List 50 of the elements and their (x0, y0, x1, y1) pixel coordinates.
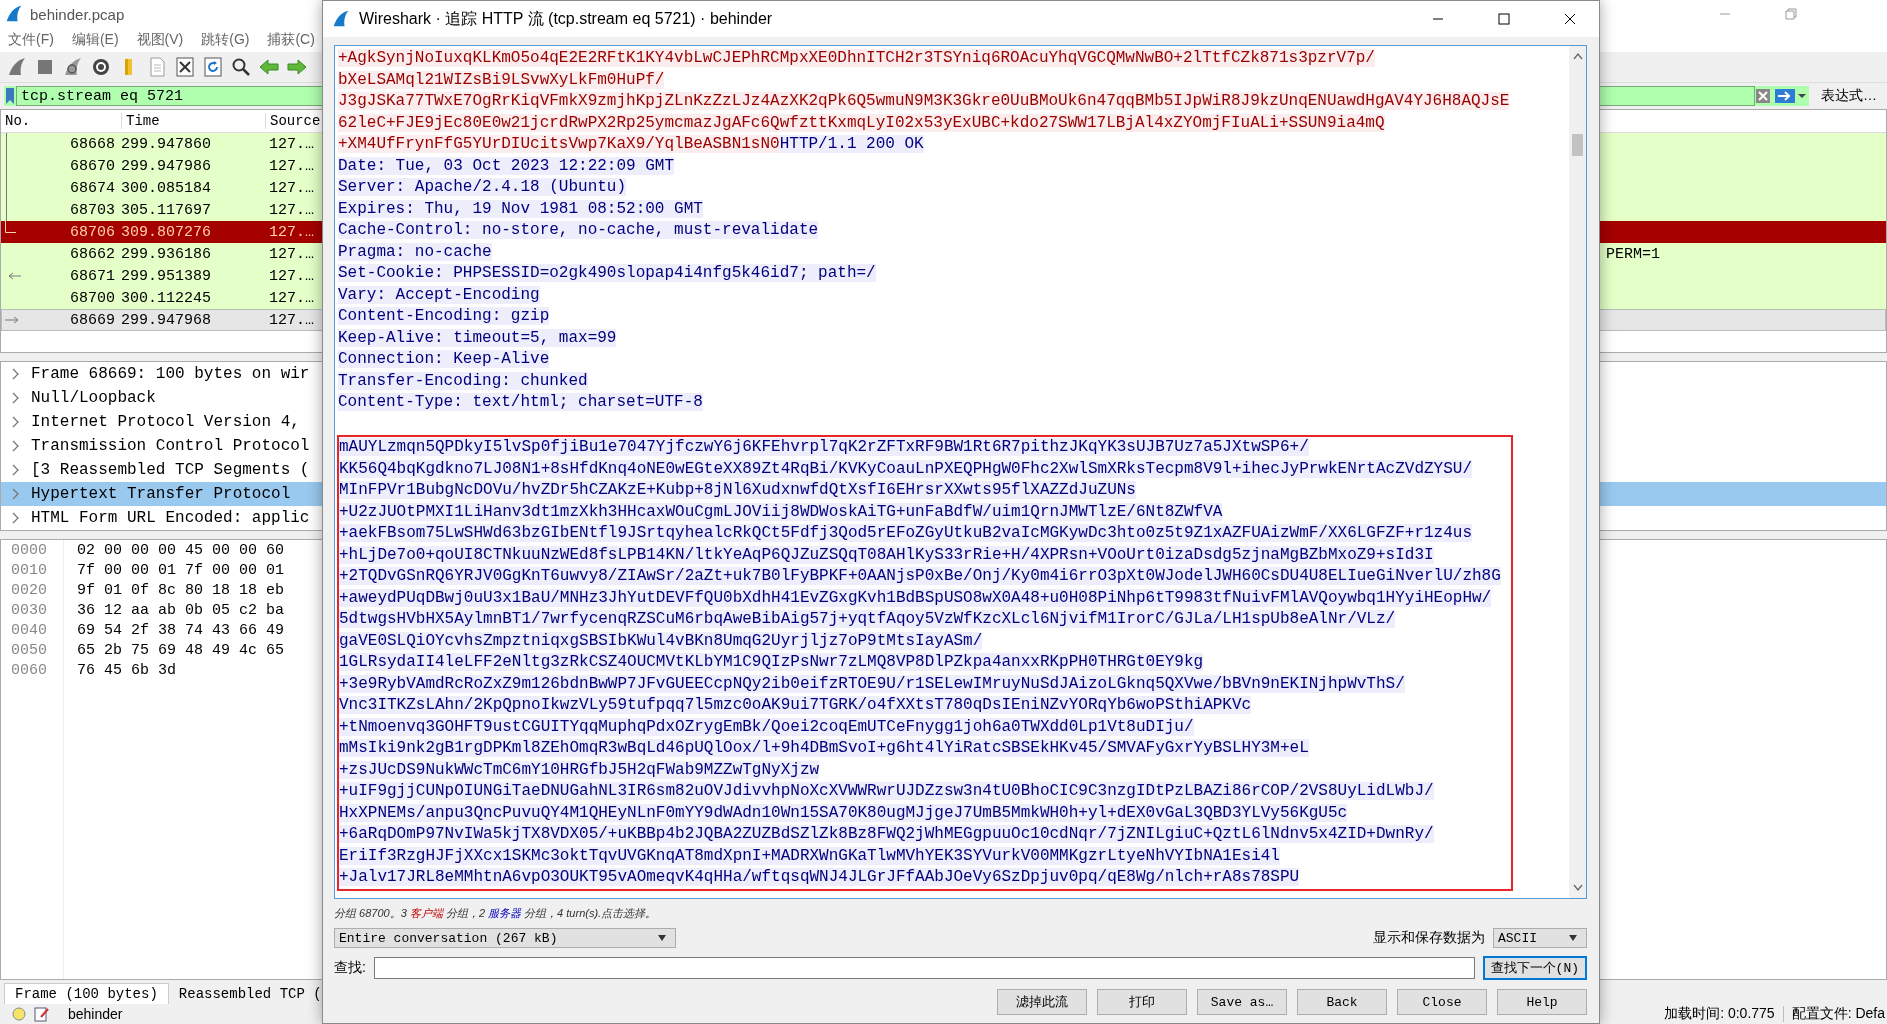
hex-bytes: 65 2b 75 69 48 49 4c 65 (76, 641, 285, 659)
hex-bytes: 9f 01 0f 8c 80 18 18 eb (76, 581, 285, 599)
packet-number: 68671 (69, 267, 115, 285)
dialog-title: Wireshark · 追踪 HTTP 流 (tcp.stream eq 5721) · behinder (359, 8, 773, 29)
packet-time: 305.117697 (120, 201, 212, 219)
hex-bytes: 36 12 aa ab 0b 05 c2 ba (76, 601, 285, 619)
packet-time: 309.807276 (120, 223, 212, 241)
packet-number: 68706 (69, 223, 115, 241)
hex-bytes: 69 54 2f 38 74 43 66 49 (76, 621, 285, 639)
packet-number: 68668 (69, 135, 115, 153)
packet-time: 300.085184 (120, 179, 212, 197)
packet-time: 300.112245 (120, 289, 212, 307)
packet-time: 299.947968 (120, 311, 212, 329)
packet-source: 127.… (269, 311, 314, 329)
status-file-name: behinder (68, 1006, 123, 1022)
packet-source: 127.… (269, 245, 314, 263)
packet-source: 127.… (269, 135, 314, 153)
load-time-text: 加载时间: 0:0.775 (1664, 1005, 1775, 1023)
packet-source: 127.… (269, 267, 314, 285)
hex-bytes: 02 00 00 00 45 00 00 60 (76, 541, 285, 559)
packet-number: 68670 (69, 157, 115, 175)
hex-bytes: 76 45 6b 3d (76, 661, 177, 679)
packet-source: 127.… (269, 179, 314, 197)
show-as-label: 显示和保存数据为 (1373, 929, 1485, 947)
packet-source: 127.… (269, 157, 314, 175)
byte-offset: 0060 (10, 661, 48, 679)
packet-source: 127.… (269, 223, 314, 241)
packet-time: 299.936186 (120, 245, 212, 263)
byte-offset: 0010 (10, 561, 48, 579)
find-label: 查找: (334, 959, 366, 977)
byte-offset: 0020 (10, 581, 48, 599)
packet-info: PERM=1 (1606, 245, 1660, 263)
packet-time: 299.947986 (120, 157, 212, 175)
byte-offset: 0000 (10, 541, 48, 559)
byte-offset: 0030 (10, 601, 48, 619)
packet-number: 68703 (69, 201, 115, 219)
packet-time: 299.951389 (120, 267, 212, 285)
byte-offset: 0040 (10, 621, 48, 639)
packet-number: 68674 (69, 179, 115, 197)
packet-source: 127.… (269, 201, 314, 219)
window-title: behinder.pcap (30, 5, 125, 23)
byte-offset: 0050 (10, 641, 48, 659)
packet-number: 68662 (69, 245, 115, 263)
packet-number: 68669 (69, 311, 115, 329)
stream-text-line: +XM4UfFrynFfG5YUrDIUcitsVwp7KaX9/YqlBeASBN1sN0HTTP/1.1 200 OK (338, 135, 924, 153)
hex-bytes: 7f 00 00 01 7f 00 00 01 (76, 561, 285, 579)
packet-summary-text: 分组 68700。3 客户端 分组，2 服务器 分组，4 turn(s).点击选择。 (334, 906, 658, 921)
packet-number: 68700 (69, 289, 115, 307)
packet-source: 127.… (269, 289, 314, 307)
packet-time: 299.947860 (120, 135, 212, 153)
